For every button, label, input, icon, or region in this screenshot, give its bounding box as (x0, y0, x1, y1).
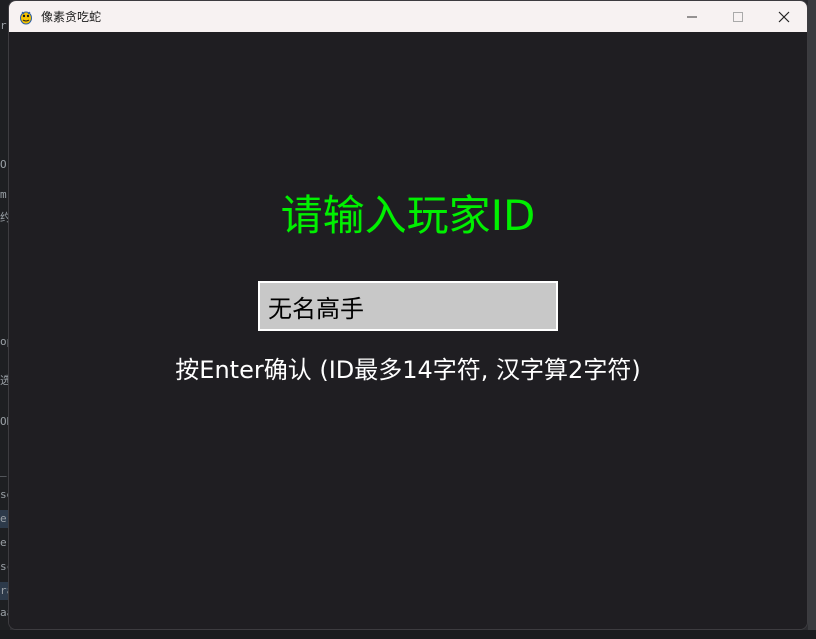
minimize-button[interactable] (669, 1, 715, 32)
window-title: 像素贪吃蛇 (41, 10, 102, 24)
maximize-icon (733, 11, 743, 22)
player-id-input[interactable] (258, 281, 558, 331)
enter-player-id-heading: 请输入玩家ID (280, 191, 536, 240)
game-window: 像素贪吃蛇 请输入玩家ID 按Enter确认 (ID最多14字符, 汉字算2字符… (8, 0, 808, 630)
maximize-button[interactable] (715, 1, 761, 32)
close-button[interactable] (761, 1, 807, 32)
minimize-icon (687, 16, 697, 17)
background-taskbar-edge (0, 630, 816, 639)
confirm-hint-text: 按Enter确认 (ID最多14字符, 汉字算2字符) (175, 356, 641, 384)
game-canvas: 请输入玩家ID 按Enter确认 (ID最多14字符, 汉字算2字符) (9, 32, 807, 629)
window-controls (669, 1, 807, 32)
pygame-snake-icon (18, 9, 34, 25)
close-icon (778, 11, 790, 22)
title-bar[interactable]: 像素贪吃蛇 (9, 1, 807, 32)
background-desktop-edge (808, 0, 816, 639)
